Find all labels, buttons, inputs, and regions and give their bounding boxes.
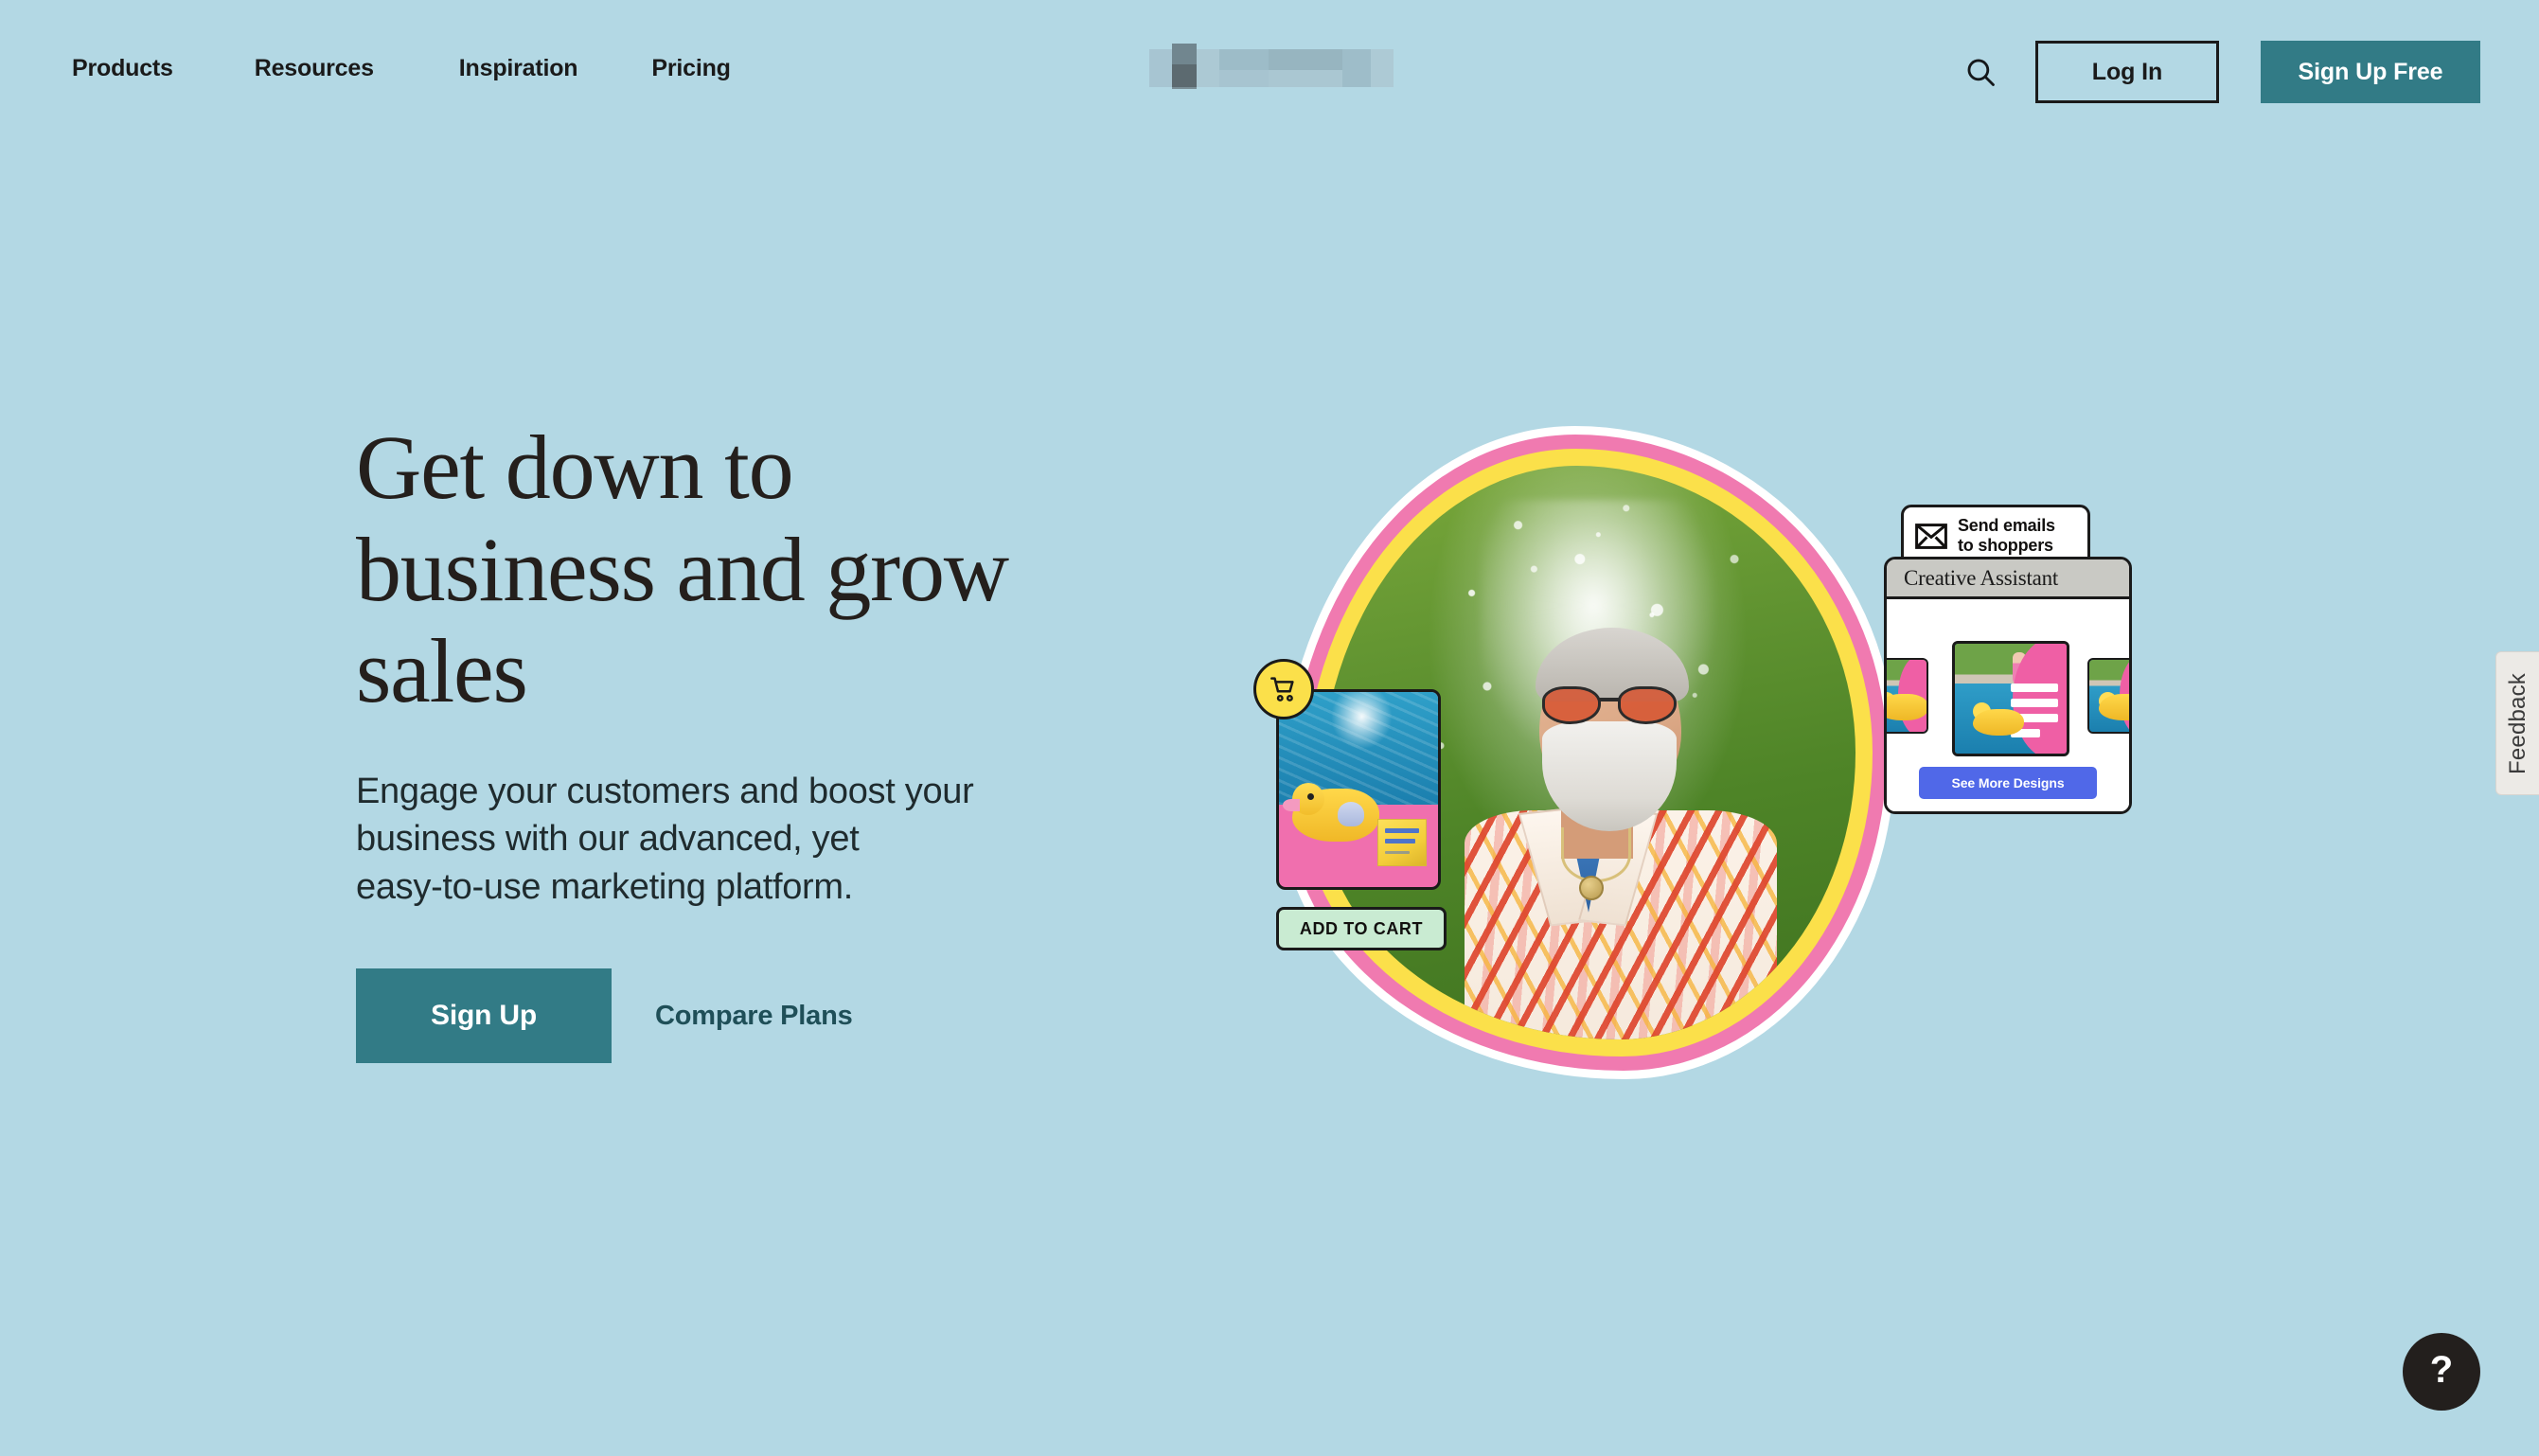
person-sunglasses: [1541, 686, 1677, 725]
design-thumbnail-previous[interactable]: [1887, 658, 1928, 734]
hero-sign-up-button[interactable]: Sign Up: [356, 968, 612, 1064]
nav-item-resources[interactable]: Resources: [255, 55, 374, 82]
hero-sub-line-1: Engage your customers and boost your: [356, 771, 974, 811]
creative-assistant-header: Creative Assistant: [1887, 559, 2129, 599]
send-emails-line-2: to shoppers: [1958, 536, 2053, 555]
product-box: [1377, 819, 1427, 866]
creative-assistant-title: Creative Assistant: [1904, 565, 2059, 590]
hero-illustration: ADD TO CART Send emails to shoppers Crea…: [1253, 407, 2206, 1089]
duck-float-wing: [1338, 802, 1364, 826]
nav-item-pricing[interactable]: Pricing: [651, 55, 731, 82]
primary-navigation: Products Resources Inspiration Pricing: [72, 55, 731, 82]
hero-copy: Get down to business and grow sales Enga…: [356, 417, 1227, 1064]
product-box-label-line: [1385, 839, 1415, 843]
search-button[interactable]: [1954, 45, 2007, 98]
creative-assistant-panel: Creative Assistant See More Designs: [1884, 557, 2132, 814]
compare-plans-link[interactable]: Compare Plans: [655, 1001, 853, 1032]
nav-item-products[interactable]: Products: [72, 55, 173, 82]
duck-float-beak: [1283, 799, 1300, 811]
hero-sub-line-3: easy-to-use marketing platform.: [356, 867, 854, 908]
design-thumbnail-selected[interactable]: [1952, 641, 2069, 756]
sunglass-bridge: [1598, 698, 1620, 702]
product-box-label-line: [1385, 851, 1410, 854]
hero-subheadline: Engage your customers and boost your bus…: [356, 768, 1189, 913]
design-thumbnail-next[interactable]: [2087, 658, 2129, 734]
product-box-label-line: [1385, 828, 1419, 833]
hero-sub-line-2: business with our advanced, yet: [356, 819, 860, 860]
cart-badge[interactable]: [1253, 659, 1314, 719]
shopping-cart-icon: [1270, 677, 1294, 701]
hero-cta-group: Sign Up Compare Plans: [356, 968, 1227, 1064]
creative-assistant-body: See More Designs: [1887, 599, 2129, 811]
hero-headline-line-2: business and grow: [356, 518, 1009, 620]
thumbnail-text-bar: [2011, 683, 2058, 692]
send-emails-text: Send emails to shoppers: [1958, 516, 2055, 556]
send-emails-line-1: Send emails: [1958, 515, 2055, 535]
sign-up-free-button[interactable]: Sign Up Free: [2261, 41, 2480, 103]
search-icon: [1967, 59, 1995, 86]
duck-float-eye: [1307, 793, 1314, 800]
header-actions: Log In Sign Up Free: [1954, 0, 2480, 144]
site-header: Products Resources Inspiration Pricing L…: [0, 0, 2539, 144]
feedback-tab-label: Feedback: [2504, 672, 2530, 774]
nav-item-inspiration[interactable]: Inspiration: [459, 55, 578, 82]
envelope-icon: [1915, 523, 1947, 549]
sunglass-lens-right: [1617, 686, 1677, 725]
thumbnail-duck: [1887, 693, 1926, 720]
product-preview-card: [1276, 689, 1441, 890]
sunglass-lens-left: [1541, 686, 1601, 725]
site-logo[interactable]: [1149, 44, 1403, 93]
thumbnail-duck: [1972, 709, 2024, 737]
hero-headline-line-3: sales: [356, 620, 528, 722]
thumbnail-text-bar: [2011, 698, 2058, 707]
feedback-tab[interactable]: Feedback: [2495, 651, 2539, 795]
help-button[interactable]: ?: [2403, 1333, 2480, 1411]
log-in-button[interactable]: Log In: [2035, 41, 2219, 103]
hero-headline-line-1: Get down to: [356, 417, 794, 518]
add-to-cart-button[interactable]: ADD TO CART: [1276, 907, 1447, 950]
person-necklace: [1560, 826, 1631, 882]
hero-headline: Get down to business and grow sales: [356, 417, 1227, 722]
see-more-designs-button[interactable]: See More Designs: [1919, 767, 2097, 799]
